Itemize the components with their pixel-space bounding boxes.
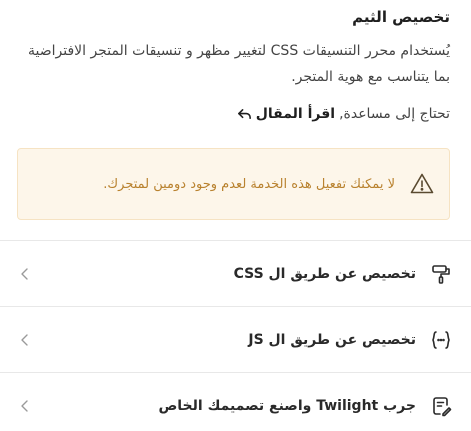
option-css-customization[interactable]: تخصيص عن طريق ال CSS: [0, 240, 471, 306]
alert-message: لا يمكنك تفعيل هذه الخدمة لعدم وجود دومي…: [103, 176, 395, 192]
option-twilight-design[interactable]: جرب Twilight واصنع تصميمك الخاص: [0, 372, 471, 431]
reply-arrow-icon: [237, 107, 252, 122]
chevron-left-icon: [18, 333, 32, 347]
page-description: يُستخدام محرر التنسيقات CSS لتغيير مظهر …: [27, 43, 450, 85]
chevron-left-icon: [18, 399, 32, 413]
chevron-left-icon: [18, 267, 32, 281]
page-title: تخصيص الثيم: [352, 8, 450, 26]
option-label: تخصيص عن طريق ال JS: [248, 331, 416, 348]
paint-roller-icon: [430, 263, 452, 285]
customization-options-list: تخصيص عن طريق ال CSS تخصيص عن طريق ال JS: [0, 240, 471, 431]
read-article-label: اقرأ المقال: [255, 106, 336, 122]
document-design-icon: [430, 395, 452, 417]
read-article-link[interactable]: اقرأ المقال: [237, 106, 335, 122]
theme-customization-panel: تخصيص الثيم يُستخدام محرر التنسيقات CSS …: [0, 0, 471, 431]
code-braces-icon: [430, 329, 452, 351]
help-line: تحتاج إلى مساعدة, اقرأ المقال: [237, 106, 450, 122]
warning-alert: لا يمكنك تفعيل هذه الخدمة لعدم وجود دومي…: [17, 148, 450, 220]
option-js-customization[interactable]: تخصيص عن طريق ال JS: [0, 306, 471, 372]
option-label: تخصيص عن طريق ال CSS: [233, 265, 416, 282]
option-label: جرب Twilight واصنع تصميمك الخاص: [158, 397, 416, 414]
warning-icon: [409, 171, 435, 197]
help-prefix: تحتاج إلى مساعدة,: [339, 106, 450, 122]
